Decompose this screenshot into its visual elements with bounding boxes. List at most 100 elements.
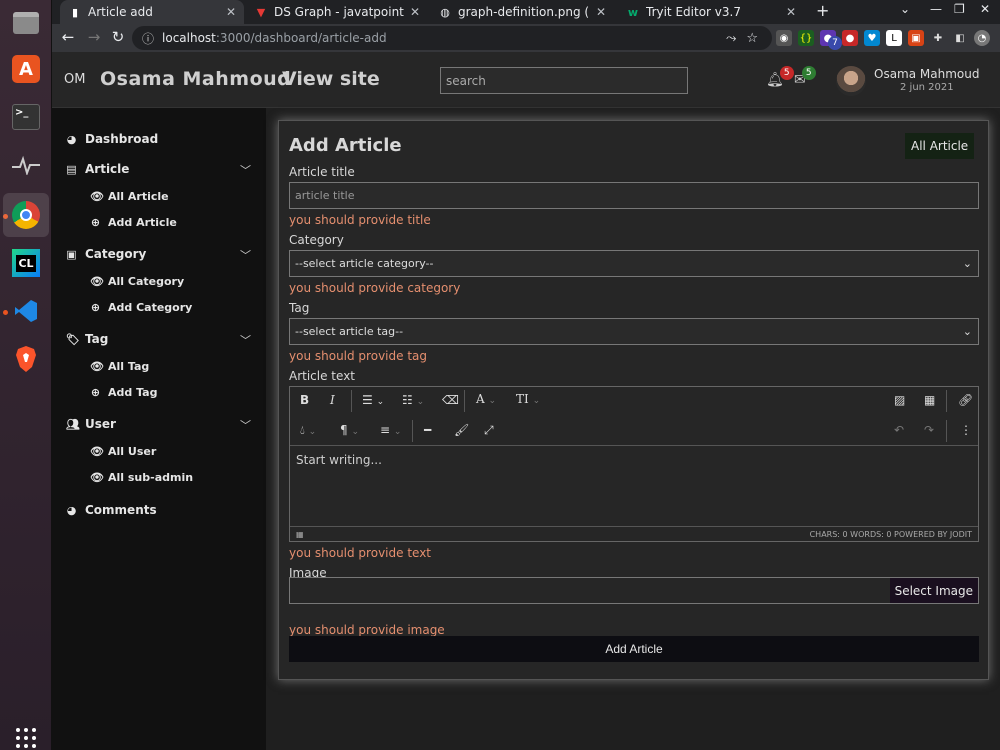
bell-icon[interactable]: 🔔︎ 5 [766, 66, 794, 88]
eraser-icon[interactable]: ⌫ [442, 393, 459, 407]
tab-article-add[interactable]: ▮ Article add ✕ [60, 0, 244, 24]
share-icon[interactable]: ⤳ [726, 31, 736, 46]
profile-avatar-icon[interactable]: ◔ [974, 30, 990, 46]
menu-kebab-icon[interactable]: ⋮ [996, 30, 1000, 46]
tag-select-value: --select article tag-- [295, 325, 404, 338]
editor-content[interactable]: Start writing... [296, 453, 382, 467]
sidebar-item-tag[interactable]: 🏷︎ Tag [66, 332, 108, 346]
extension-with-badge-icon[interactable]: ● 7 [820, 30, 842, 50]
chevron-down-icon[interactable]: ﹀ [240, 332, 251, 348]
clion-icon[interactable]: CL [7, 244, 45, 282]
sidebar-item-all-tag[interactable]: 👁︎ All Tag [90, 360, 149, 373]
horizontal-rule-icon[interactable]: ━ [424, 423, 431, 437]
sidebar-item-add-tag[interactable]: ⊕ Add Tag [90, 386, 158, 399]
info-icon[interactable]: ⓘ [142, 30, 154, 47]
sidebar-item-article[interactable]: ▤ Article [66, 162, 129, 176]
format-painter-icon[interactable]: 🖌︎ [454, 423, 469, 437]
files-icon[interactable] [7, 4, 45, 42]
sidebar-item-all-article[interactable]: 👁︎ All Article [90, 190, 169, 203]
close-icon[interactable]: ✕ [786, 5, 796, 19]
color-drop-icon[interactable]: 💧︎ ⌄ [300, 423, 316, 438]
close-icon[interactable]: ✕ [410, 5, 420, 19]
envelope-icon[interactable]: ✉ 5 [794, 66, 816, 88]
sidebar-item-label: Article [85, 162, 130, 176]
plus-circle-icon: ⊕ [90, 216, 101, 229]
search-input[interactable] [440, 67, 688, 94]
sidebar-item-user[interactable]: 👥︎ User [66, 417, 116, 431]
side-panel-icon[interactable]: ◧ [952, 30, 968, 46]
align-icon[interactable]: ≡ ⌄ [380, 423, 401, 437]
new-tab-button[interactable]: + [816, 1, 829, 20]
tab-tryit-editor[interactable]: w Tryit Editor v3.7 ✕ [618, 0, 804, 24]
image-icon[interactable]: ▨ [894, 393, 905, 407]
font-icon[interactable]: A ⌄ [476, 392, 496, 406]
tab-ds-graph[interactable]: ▼ DS Graph - javatpoint ✕ [246, 0, 428, 24]
redo-icon[interactable]: ↷ [924, 423, 934, 437]
sidebar-item-category[interactable]: ▣ Category [66, 247, 146, 261]
window-close-icon[interactable]: ✕ [980, 2, 990, 16]
reload-icon[interactable]: ↻ [108, 28, 128, 46]
numbered-list-icon[interactable]: ☷ ⌄ [402, 393, 424, 407]
red-extension-icon[interactable]: ● [842, 30, 858, 46]
sidebar-item-add-article[interactable]: ⊕ Add Article [90, 216, 177, 229]
brave-icon[interactable] [7, 340, 45, 378]
back-icon[interactable]: ← [58, 28, 78, 46]
tab-graph-definition[interactable]: ◍ graph-definition.png (33 ✕ [430, 0, 614, 24]
terminal-icon[interactable]: >_ [7, 98, 45, 136]
chevron-down-icon[interactable]: ﹀ [240, 247, 251, 263]
close-icon[interactable]: ✕ [226, 5, 236, 19]
fullscreen-icon[interactable]: ⤢ [484, 423, 494, 438]
link-icon[interactable]: 🔗︎ [958, 393, 973, 407]
camera-extension-icon[interactable]: ◉ [776, 30, 792, 46]
brand-name[interactable]: Osama Mahmoud [100, 68, 291, 90]
text-error: you should provide text [289, 546, 431, 560]
all-article-button[interactable]: All Article [905, 133, 975, 159]
heart-extension-icon[interactable]: ♥ [864, 30, 880, 46]
sidebar-item-all-user[interactable]: 👁︎ All User [90, 445, 156, 458]
sidebar-item-all-category[interactable]: 👁︎ All Category [90, 275, 184, 288]
view-site-link[interactable]: View site [282, 68, 380, 90]
font-size-icon[interactable]: TI ⌄ [516, 392, 540, 406]
sidebar-item-dashboard[interactable]: ◕ Dashbroad [66, 132, 159, 146]
app-store-icon[interactable]: A [7, 50, 45, 88]
chevron-down-icon[interactable]: ﹀ [240, 417, 251, 433]
chevron-down-icon[interactable]: ﹀ [240, 162, 251, 178]
app-header: OM Osama Mahmoud View site 🔔︎5 ✉5 Osama … [52, 52, 1000, 108]
show-apps-icon[interactable] [16, 728, 36, 748]
sidebar-item-add-category[interactable]: ⊕ Add Category [90, 301, 192, 314]
category-select-value: --select article category-- [295, 257, 434, 270]
system-monitor-icon[interactable] [7, 146, 45, 184]
italic-icon[interactable]: I [330, 393, 335, 407]
forward-icon[interactable]: → [84, 28, 104, 46]
user-name[interactable]: Osama Mahmoud [874, 67, 979, 81]
select-image-button[interactable]: Select Image [889, 578, 978, 603]
minimize-icon[interactable]: — [930, 2, 942, 16]
puzzle-extensions-icon[interactable]: ✚ [930, 30, 946, 46]
more-icon[interactable]: ⋮ [960, 423, 972, 437]
l-extension-icon[interactable]: L [886, 30, 902, 46]
address-bar[interactable]: ⓘ localhost:3000/dashboard/article-add ⤳… [132, 26, 772, 50]
eye-icon: 👁︎ [90, 275, 104, 288]
vscode-icon[interactable] [7, 292, 45, 330]
category-select[interactable]: --select article category-- ⌄ [289, 250, 979, 277]
bullet-list-icon[interactable]: ☰ ⌄ [362, 393, 384, 407]
chrome-icon[interactable] [3, 193, 49, 237]
article-title-input[interactable] [289, 182, 979, 209]
add-article-submit-button[interactable]: Add Article [289, 636, 979, 662]
image-extension-icon[interactable]: ▣ [908, 30, 924, 46]
maximize-icon[interactable]: ❐ [954, 2, 965, 16]
json-extension-icon[interactable]: {} [798, 30, 814, 46]
sidebar-item-comments[interactable]: ◕ Comments [66, 503, 157, 517]
bold-icon[interactable]: B [300, 393, 309, 407]
table-icon[interactable]: ▦ [924, 393, 935, 407]
undo-icon[interactable]: ↶ [894, 423, 904, 437]
close-icon[interactable]: ✕ [596, 5, 606, 19]
resize-handle-icon[interactable]: ▦ [296, 530, 304, 539]
paragraph-icon[interactable]: ¶ ⌄ [340, 423, 359, 437]
tag-select[interactable]: --select article tag-- ⌄ [289, 318, 979, 345]
bookmark-star-icon[interactable]: ☆ [746, 31, 758, 46]
tab-search-icon[interactable]: ⌄ [900, 2, 910, 16]
image-input[interactable]: Select Image [289, 577, 979, 604]
avatar[interactable] [836, 66, 866, 96]
sidebar-item-all-subadmin[interactable]: 👁︎ All sub-admin [90, 471, 193, 484]
